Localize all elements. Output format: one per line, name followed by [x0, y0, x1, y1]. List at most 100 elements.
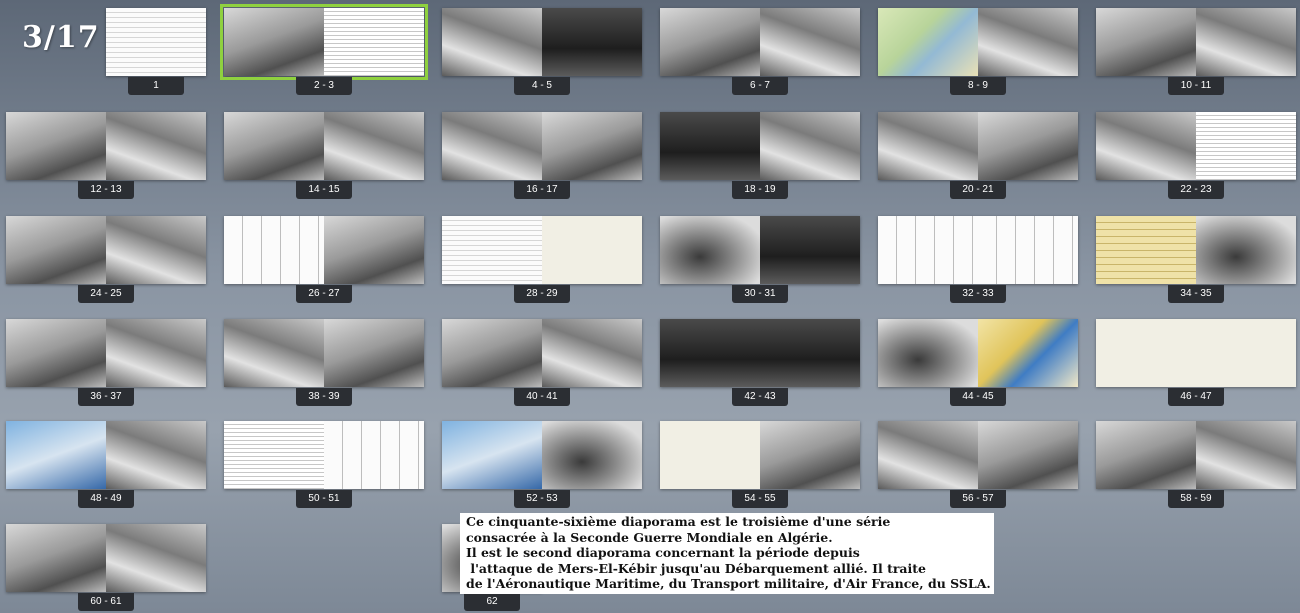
slide-image-left: [6, 524, 106, 592]
description-line: Ce cinquante-sixième diaporama est le tr…: [466, 514, 891, 529]
slide-number-label: 18 - 19: [732, 181, 788, 199]
slide-thumbnail[interactable]: 18 - 19: [660, 112, 860, 200]
slide-preview: [442, 319, 642, 387]
slide-thumbnail[interactable]: 14 - 15: [224, 112, 424, 200]
slide-thumbnail[interactable]: 38 - 39: [224, 319, 424, 407]
slide-image-left: [1096, 8, 1196, 76]
slide-number-label: 54 - 55: [732, 490, 788, 508]
slide-number-label: 1: [128, 77, 184, 95]
slide-thumbnail[interactable]: 52 - 53: [442, 421, 642, 509]
slide-preview: [1096, 112, 1296, 180]
slide-thumbnail[interactable]: 10 - 11: [1096, 8, 1296, 96]
slide-thumbnail[interactable]: 28 - 29: [442, 216, 642, 304]
slide-image-right: [324, 421, 424, 489]
slide-number-label: 32 - 33: [950, 285, 1006, 303]
slide-thumbnail[interactable]: 32 - 33: [878, 216, 1078, 304]
slide-preview: [660, 112, 860, 180]
slide-image-right: [324, 112, 424, 180]
slide-preview: [1096, 216, 1296, 284]
slide-image-right: [1196, 421, 1296, 489]
slide-preview: [442, 112, 642, 180]
slide-image-left: [106, 8, 206, 76]
slide-image-right: [106, 421, 206, 489]
slide-number-label: 42 - 43: [732, 388, 788, 406]
slide-number-label: 14 - 15: [296, 181, 352, 199]
slide-image-right: [542, 112, 642, 180]
slide-image-left: [6, 319, 106, 387]
slide-image-left: [442, 319, 542, 387]
slide-image-right: [1196, 319, 1296, 387]
slide-image-left: [442, 216, 542, 284]
slide-image-right: [542, 216, 642, 284]
slide-image-right: [978, 421, 1078, 489]
slide-image-left: [1096, 112, 1196, 180]
slide-thumbnail[interactable]: 26 - 27: [224, 216, 424, 304]
slide-image-right: [1196, 112, 1296, 180]
slide-thumbnail[interactable]: 20 - 21: [878, 112, 1078, 200]
slide-image-left: [442, 112, 542, 180]
slide-thumbnail[interactable]: 50 - 51: [224, 421, 424, 509]
slide-thumbnail[interactable]: 48 - 49: [6, 421, 206, 509]
slide-thumbnail[interactable]: 6 - 7: [660, 8, 860, 96]
slide-image-right: [760, 8, 860, 76]
slide-image-right: [324, 216, 424, 284]
slide-thumbnail[interactable]: 4 - 5: [442, 8, 642, 96]
slide-thumbnail[interactable]: 60 - 61: [6, 524, 206, 612]
slide-preview: [442, 216, 642, 284]
slide-number-label: 50 - 51: [296, 490, 352, 508]
slide-preview: [878, 319, 1078, 387]
slide-image-left: [878, 8, 978, 76]
slide-thumbnail[interactable]: 46 - 47: [1096, 319, 1296, 407]
slide-image-right: [760, 421, 860, 489]
slide-image-right: [542, 421, 642, 489]
slide-thumbnail[interactable]: 30 - 31: [660, 216, 860, 304]
slide-preview: [660, 216, 860, 284]
slide-number-label: 20 - 21: [950, 181, 1006, 199]
slide-thumbnail[interactable]: 22 - 23: [1096, 112, 1296, 200]
slide-number-label: 30 - 31: [732, 285, 788, 303]
slide-image-right: [324, 8, 424, 76]
slide-number-label: 10 - 11: [1168, 77, 1224, 95]
slide-thumbnail[interactable]: 36 - 37: [6, 319, 206, 407]
slide-thumbnail[interactable]: 24 - 25: [6, 216, 206, 304]
slide-image-left: [660, 216, 760, 284]
slide-thumbnail[interactable]: 42 - 43: [660, 319, 860, 407]
slide-thumbnail[interactable]: 44 - 45: [878, 319, 1078, 407]
slide-number-label: 4 - 5: [514, 77, 570, 95]
slide-image-left: [878, 421, 978, 489]
slide-image-right: [106, 216, 206, 284]
slide-thumbnail[interactable]: 16 - 17: [442, 112, 642, 200]
slide-number-label: 60 - 61: [78, 593, 134, 611]
slide-number-label: 44 - 45: [950, 388, 1006, 406]
slide-number-label: 46 - 47: [1168, 388, 1224, 406]
slide-preview: [660, 8, 860, 76]
slide-image-left: [1096, 319, 1196, 387]
slide-image-right: [106, 319, 206, 387]
slide-thumbnail[interactable]: 56 - 57: [878, 421, 1078, 509]
slide-thumbnail[interactable]: 54 - 55: [660, 421, 860, 509]
description-line: consacrée à la Seconde Guerre Mondiale e…: [466, 529, 833, 545]
slide-number-label: 22 - 23: [1168, 181, 1224, 199]
slide-preview: [1096, 8, 1296, 76]
slide-preview: [224, 112, 424, 180]
slide-thumbnail[interactable]: 8 - 9: [878, 8, 1078, 96]
slide-image-right: [978, 319, 1078, 387]
slide-thumbnail[interactable]: 1: [6, 8, 206, 96]
slide-thumbnail[interactable]: 62: [224, 524, 542, 612]
slide-image-left: [660, 421, 760, 489]
slide-thumbnail[interactable]: 40 - 41: [442, 319, 642, 407]
slide-number-label: 36 - 37: [78, 388, 134, 406]
slide-image-right: [978, 8, 1078, 76]
slide-number-label: 58 - 59: [1168, 490, 1224, 508]
slide-thumbnail[interactable]: 34 - 35: [1096, 216, 1296, 304]
slide-number-label: 56 - 57: [950, 490, 1006, 508]
description-line: l'attaque de Mers-El-Kébir jusqu'au Déba…: [466, 560, 927, 576]
slide-number-label: 40 - 41: [514, 388, 570, 406]
slide-image-left: [224, 319, 324, 387]
slide-number-label: 8 - 9: [950, 77, 1006, 95]
slide-thumbnail[interactable]: 12 - 13: [6, 112, 206, 200]
slide-preview: [6, 421, 206, 489]
slide-thumbnail[interactable]: 2 - 3: [220, 4, 428, 96]
slide-image-left: [878, 319, 978, 387]
slide-thumbnail[interactable]: 58 - 59: [1096, 421, 1296, 509]
